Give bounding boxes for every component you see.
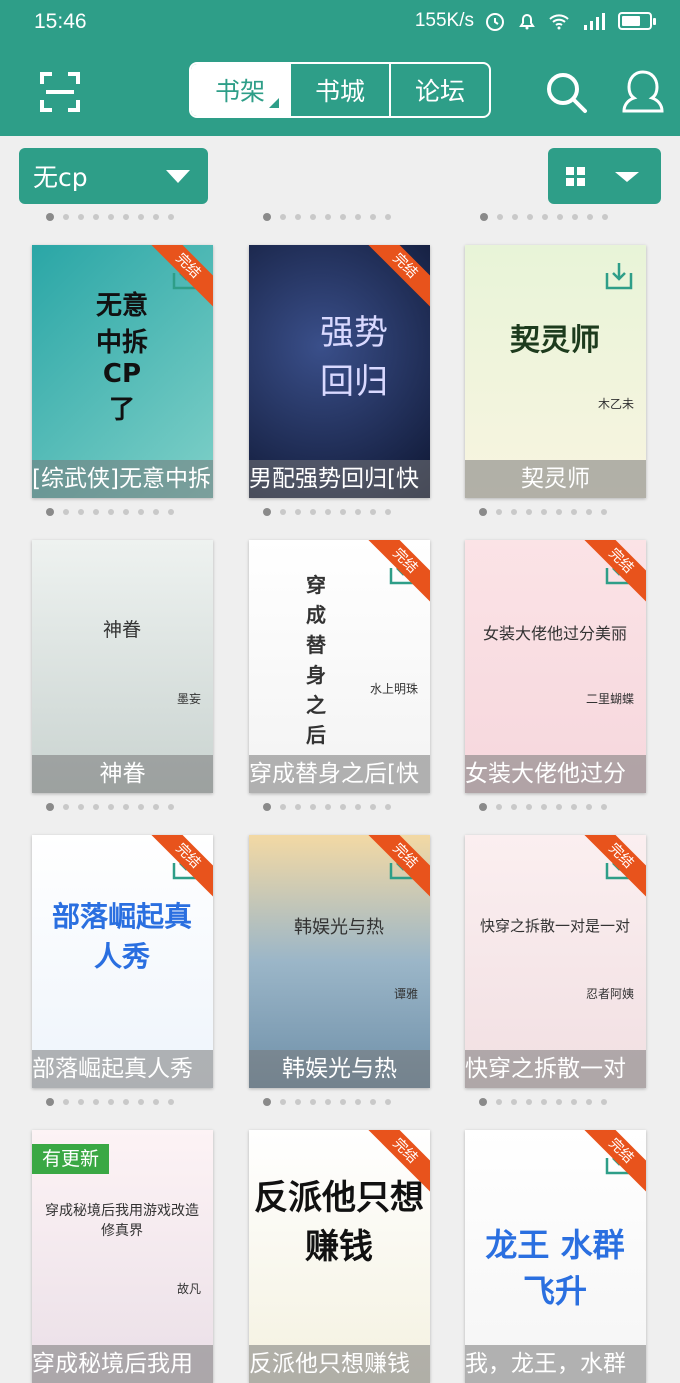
book-title: 我，龙王，水群	[465, 1345, 646, 1383]
main-tab-group: 书架 书城 论坛	[189, 62, 491, 118]
chevron-down-icon	[166, 170, 190, 183]
page-indicator	[46, 508, 174, 516]
cover-title-art: 无意中拆CP了	[95, 291, 148, 425]
status-time: 15:46	[34, 10, 87, 33]
page-indicator	[479, 1098, 607, 1106]
user-profile-icon[interactable]	[620, 68, 666, 116]
book-card[interactable]: 神眷 墨妄 神眷	[32, 540, 213, 793]
battery-icon	[618, 12, 656, 30]
cover-author: 墨妄	[176, 692, 201, 706]
cover-title-art: 部落崛起真人秀	[51, 900, 192, 973]
cover-title-art: 穿成替身之后	[306, 573, 326, 747]
book-card[interactable]: 穿成秘境后我用游戏改造修真界故凡 有更新穿成秘境后我用	[32, 1130, 213, 1383]
book-card[interactable]: 无意中拆CP了 完结 [综武侠]无意中拆	[32, 245, 213, 498]
book-card[interactable]: 反派他只想赚钱 完结 反派他只想赚钱	[249, 1130, 430, 1383]
page-indicator	[46, 1098, 174, 1106]
cover-author: 水上明珠	[369, 682, 418, 696]
chevron-down-icon	[615, 172, 639, 182]
category-filter-label: 无cp	[33, 163, 88, 192]
book-card[interactable]: 韩娱光与热 谭雅 完结 韩娱光与热	[249, 835, 430, 1088]
page-indicator	[46, 803, 174, 811]
tab-bookstore[interactable]: 书城	[289, 64, 389, 116]
cover-title-art: 快穿之拆散一对是一对	[479, 917, 630, 935]
network-speed: 155K/s	[414, 10, 474, 31]
category-filter-dropdown[interactable]: 无cp	[19, 148, 208, 204]
grid-view-icon	[566, 167, 585, 186]
view-mode-dropdown[interactable]	[548, 148, 661, 204]
page-indicator	[263, 1098, 391, 1106]
signal-icon	[584, 13, 605, 30]
download-icon[interactable]	[604, 261, 634, 291]
book-card[interactable]: 部落崛起真人秀 完结 部落崛起真人秀	[32, 835, 213, 1088]
page-indicator	[479, 508, 607, 516]
cover-title-art: 强势回归	[320, 313, 388, 402]
status-bar: 15:46 155K/s	[0, 0, 680, 48]
cover-title-art: 反派他只想赚钱	[254, 1178, 424, 1267]
cover-title-art: 穿成秘境后我用游戏改造修真界	[45, 1203, 199, 1239]
tab-forum[interactable]: 论坛	[389, 64, 489, 116]
book-title: 韩娱光与热	[249, 1050, 430, 1088]
book-title: 男配强势回归[快	[249, 460, 430, 498]
book-card[interactable]: 女装大佬他过分美丽 二里蝴蝶 完结 女装大佬他过分	[465, 540, 646, 793]
book-title: 部落崛起真人秀	[32, 1050, 213, 1088]
cover-author: 二里蝴蝶	[585, 692, 634, 706]
book-title: [综武侠]无意中拆	[32, 460, 213, 498]
cover-title-art: 女装大佬他过分美丽	[482, 624, 627, 643]
wifi-icon	[549, 14, 569, 30]
scan-icon[interactable]	[36, 68, 84, 116]
book-title: 女装大佬他过分	[465, 755, 646, 793]
update-badge: 有更新	[32, 1144, 110, 1174]
book-title: 神眷	[32, 755, 213, 793]
alarm-icon	[486, 13, 504, 31]
cover-title-art: 契灵师	[510, 323, 600, 358]
cover-author: 木乙未	[597, 397, 634, 411]
cover-author: 忍者阿姨	[585, 987, 634, 1001]
book-card[interactable]: 龙王 水群飞升 完结 我，龙王，水群	[465, 1130, 646, 1383]
search-icon[interactable]	[544, 70, 588, 114]
app-bar: 书架 书城 论坛	[0, 48, 680, 136]
book-title: 契灵师	[465, 460, 646, 498]
cover-author: 故凡	[176, 1282, 201, 1296]
book-card[interactable]: 强势回归 完结 男配强势回归[快	[249, 245, 430, 498]
bell-icon	[519, 14, 535, 30]
book-title: 反派他只想赚钱	[249, 1345, 430, 1383]
page-indicator	[263, 213, 391, 221]
cover-title-art: 龙王 水群飞升	[485, 1226, 625, 1310]
page-indicator	[46, 213, 174, 221]
book-title: 穿成替身之后[快	[249, 755, 430, 793]
tab-bookshelf[interactable]: 书架	[191, 64, 289, 116]
book-title: 快穿之拆散一对	[465, 1050, 646, 1088]
page-indicator	[479, 803, 607, 811]
cover-author: 谭雅	[393, 987, 418, 1001]
page-indicator	[263, 803, 391, 811]
book-card[interactable]: 穿成替身之后 水上明珠 完结 穿成替身之后[快	[249, 540, 430, 793]
book-title: 穿成秘境后我用	[32, 1345, 213, 1383]
cover-title-art: 神眷	[102, 619, 141, 641]
book-card[interactable]: 契灵师 木乙未 契灵师	[465, 245, 646, 498]
page-indicator	[263, 508, 391, 516]
cover-title-art: 韩娱光与热	[294, 917, 384, 938]
book-card[interactable]: 快穿之拆散一对是一对 忍者阿姨 完结 快穿之拆散一对	[465, 835, 646, 1088]
page-indicator	[480, 213, 608, 221]
